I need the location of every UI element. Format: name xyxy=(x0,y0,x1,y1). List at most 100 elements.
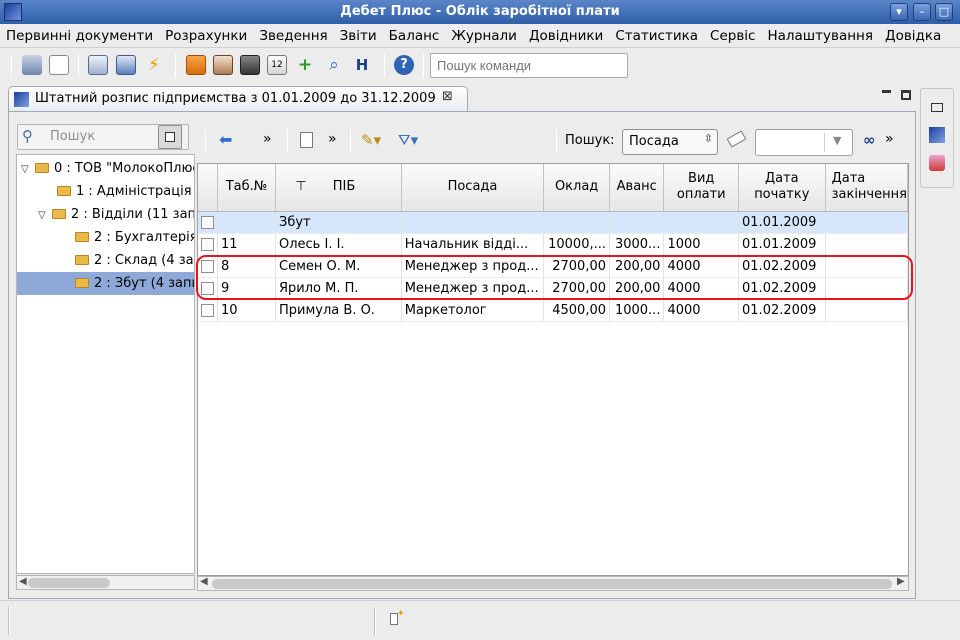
menu-directories[interactable]: Довідники xyxy=(523,24,609,47)
cell-pay-type: 1000 xyxy=(663,233,740,256)
highlight-annotation xyxy=(196,255,913,300)
command-search-input[interactable] xyxy=(430,53,628,78)
minimize-button[interactable]: – xyxy=(913,3,931,21)
new-document-icon[interactable] xyxy=(49,55,69,75)
table-row[interactable]: 11 Олесь І. І. Начальник відді... 10000,… xyxy=(198,233,908,256)
app-icon xyxy=(4,3,22,21)
cell-end-date xyxy=(825,233,908,256)
row-checkbox[interactable] xyxy=(201,303,214,317)
folder-icon xyxy=(75,255,89,265)
calendar-icon[interactable]: 12 xyxy=(267,55,287,75)
more-actions-button[interactable]: » xyxy=(885,131,894,147)
search-label: Пошук: xyxy=(565,133,615,148)
column-header-pay-type[interactable]: Вид оплати xyxy=(663,164,740,212)
chevron-down-icon[interactable]: ▼ xyxy=(833,134,841,147)
search-field-select[interactable]: Посада ⇳ xyxy=(622,129,718,155)
side-trim-bar xyxy=(920,88,954,188)
column-header-end-date[interactable]: Дата закінчення xyxy=(825,164,908,212)
tree-item[interactable]: ▽ 2 : Відділи (11 записів) xyxy=(17,203,194,227)
brush-icon[interactable]: ✎▾ xyxy=(361,131,381,149)
new-record-icon[interactable] xyxy=(300,132,313,148)
scroll-left-icon[interactable]: ◀ xyxy=(200,576,208,587)
menu-balance[interactable]: Баланс xyxy=(383,24,446,47)
more-actions-button[interactable]: » xyxy=(263,131,272,147)
expand-arrow-icon[interactable]: ▽ xyxy=(21,158,35,181)
menu-reports[interactable]: Звіти xyxy=(334,24,383,47)
menu-help[interactable]: Довідка xyxy=(879,24,947,47)
window-menu-button[interactable]: ▾ xyxy=(890,3,908,21)
menu-settings[interactable]: Налаштування xyxy=(761,24,879,47)
cell-pay-type: 4000 xyxy=(663,299,740,322)
menu-journals[interactable]: Журнали xyxy=(445,24,523,47)
tree-item[interactable]: 1 : Адміністрація xyxy=(17,180,194,203)
toolbar-separator xyxy=(78,54,79,78)
monitor-icon[interactable] xyxy=(116,55,136,75)
table-group-row[interactable]: Збут 01.01.2009 xyxy=(198,211,908,234)
restore-icon[interactable] xyxy=(931,103,943,112)
scroll-left-icon[interactable]: ◀ xyxy=(19,576,27,587)
person-card-icon[interactable] xyxy=(213,55,233,75)
eraser-icon[interactable] xyxy=(726,130,747,148)
filter-icon[interactable]: ⛛▾ xyxy=(398,131,418,149)
menu-primary-docs[interactable]: Первинні документи xyxy=(0,24,159,47)
tree-item[interactable]: 2 : Бухгалтерія xyxy=(17,226,195,249)
table-row[interactable]: 10 Примула В. О. Маркетолог 4500,00 1000… xyxy=(198,299,908,322)
search-icon[interactable]: ⌕ xyxy=(324,55,344,75)
add-person-icon[interactable]: + xyxy=(295,55,315,75)
report-icon[interactable] xyxy=(88,55,108,75)
cell-name: Збут xyxy=(275,211,402,234)
tree-item[interactable]: ▽ 0 : ТОВ "МолокоПлюс" xyxy=(17,157,194,181)
toolbar-separator xyxy=(423,54,424,78)
cell-salary xyxy=(543,211,610,234)
column-header-tab-number[interactable]: Таб.№ xyxy=(217,164,276,212)
tree-item-selected[interactable]: 2 : Збут (4 записи) xyxy=(17,272,194,295)
menu-statistics[interactable]: Статистика xyxy=(609,24,704,47)
tab-close-icon[interactable]: ⊠ xyxy=(442,89,453,104)
tree-item-label: 2 : Склад (4 записи) xyxy=(94,253,194,268)
orange-box-icon[interactable] xyxy=(186,55,206,75)
menu-service[interactable]: Сервіс xyxy=(704,24,761,47)
grid-scroll-thumb[interactable] xyxy=(212,579,892,589)
split-icon[interactable]: H xyxy=(352,55,372,75)
row-checkbox-cell[interactable] xyxy=(198,233,218,256)
tree-scroll-thumb[interactable] xyxy=(28,578,110,588)
help-icon[interactable]: ? xyxy=(394,55,414,75)
scroll-right-icon[interactable]: ▶ xyxy=(897,576,905,587)
tree-item[interactable]: 2 : Склад (4 записи) xyxy=(17,249,194,272)
back-arrow-icon[interactable]: ⬅ xyxy=(219,132,232,148)
column-header-salary[interactable]: Оклад xyxy=(543,164,610,212)
database-icon[interactable] xyxy=(22,55,42,75)
column-header-name[interactable]: ⊤ ПІБ xyxy=(275,164,402,212)
combo-divider xyxy=(824,133,825,152)
wand-icon[interactable]: ⚡ xyxy=(144,55,164,75)
menu-summaries[interactable]: Зведення xyxy=(253,24,333,47)
toolbar-separator xyxy=(205,129,206,153)
camera-icon[interactable] xyxy=(240,55,260,75)
row-checkbox[interactable] xyxy=(201,237,214,251)
column-header-position[interactable]: Посада xyxy=(401,164,545,212)
more-actions-button[interactable]: » xyxy=(328,131,337,147)
tree-item-label: 1 : Адміністрація xyxy=(76,184,192,199)
window-title-bar: Дебет Плюс - Облік заробітної плати xyxy=(0,0,960,24)
folder-icon xyxy=(35,163,49,173)
row-checkbox[interactable] xyxy=(201,215,214,229)
tree-item-label: 2 : Бухгалтерія xyxy=(94,230,195,245)
app-view-icon[interactable] xyxy=(929,127,945,143)
cell-pay-type xyxy=(663,211,740,234)
minimize-view-icon[interactable] xyxy=(882,90,891,93)
row-checkbox-cell[interactable] xyxy=(198,299,218,322)
expand-arrow-icon[interactable]: ▽ xyxy=(38,204,52,227)
column-header-advance[interactable]: Аванс xyxy=(609,164,665,212)
column-header-start-date[interactable]: Дата початку xyxy=(738,164,826,212)
maximize-button[interactable]: □ xyxy=(935,3,953,21)
menu-calculations[interactable]: Розрахунки xyxy=(159,24,253,47)
cell-tab xyxy=(217,211,276,234)
binoculars-icon[interactable]: ∞ xyxy=(863,131,876,149)
collapse-all-button[interactable] xyxy=(158,125,182,149)
users-icon[interactable] xyxy=(929,155,945,171)
row-checkbox-cell[interactable] xyxy=(198,211,218,234)
tab-staff-schedule[interactable]: Штатний розпис підприємства з 01.01.2009… xyxy=(8,86,468,112)
search-value-combo[interactable]: ▼ xyxy=(755,129,853,156)
maximize-view-icon[interactable] xyxy=(901,90,911,100)
select-column-header[interactable] xyxy=(198,164,218,212)
